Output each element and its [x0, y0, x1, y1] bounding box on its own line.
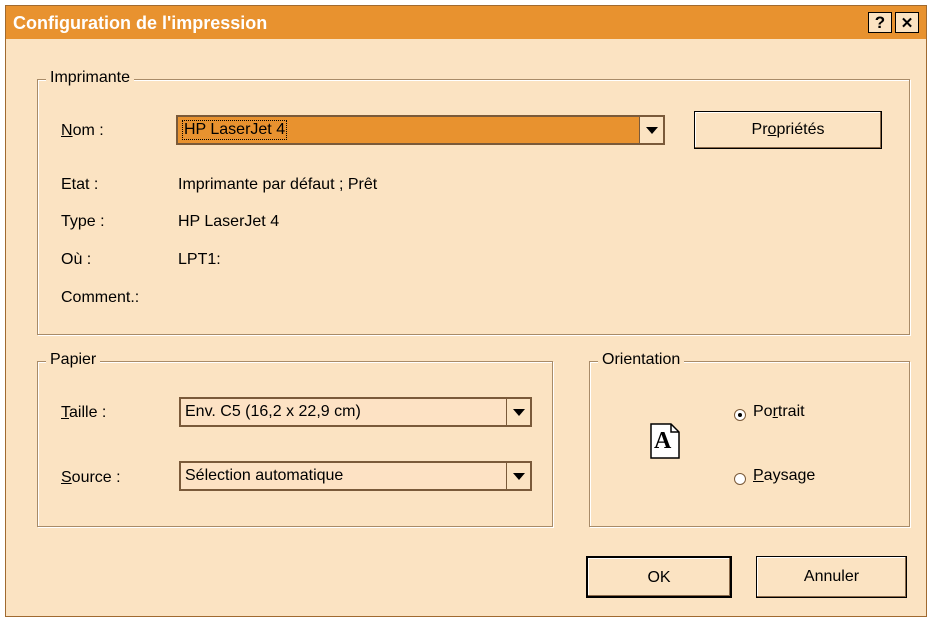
print-setup-dialog: Configuration de l'impression ? ✕ Imprim… — [5, 5, 927, 617]
paper-source-select[interactable]: Sélection automatique — [179, 461, 532, 491]
portrait-radio[interactable] — [734, 409, 746, 421]
paper-legend: Papier — [46, 351, 101, 369]
state-value: Imprimante par défaut ; Prêt — [178, 176, 378, 193]
paper-group: Papier — [37, 351, 553, 527]
help-button[interactable]: ? — [868, 12, 892, 33]
where-value: LPT1: — [178, 251, 221, 268]
landscape-radio[interactable] — [734, 473, 746, 485]
paper-size-value: Env. C5 (16,2 x 22,9 cm) — [185, 403, 361, 420]
portrait-label[interactable]: Portrait — [753, 403, 805, 421]
chevron-down-icon[interactable] — [506, 399, 530, 425]
where-label: Où : — [61, 251, 92, 268]
landscape-label[interactable]: Paysage — [753, 467, 815, 485]
printer-name-value: HP LaserJet 4 — [182, 120, 288, 140]
page-letter: A — [654, 428, 672, 454]
paper-source-label: Source : — [61, 469, 121, 486]
orientation-legend: Orientation — [598, 351, 685, 369]
type-label: Type : — [61, 213, 105, 230]
chevron-down-icon[interactable] — [639, 117, 663, 143]
chevron-down-icon[interactable] — [506, 463, 530, 489]
comment-label: Comment.: — [61, 289, 140, 306]
cancel-button[interactable]: Annuler — [756, 556, 907, 598]
state-label: Etat : — [61, 176, 99, 193]
paper-size-label: Taille : — [61, 404, 107, 421]
printer-legend: Imprimante — [46, 69, 135, 87]
printer-name-label: Nom : — [61, 122, 104, 139]
title-bar: Configuration de l'impression ? ✕ — [6, 6, 926, 39]
ok-button[interactable]: OK — [586, 556, 732, 598]
properties-button[interactable]: Propriétés — [694, 111, 882, 149]
dialog-title: Configuration de l'impression — [13, 13, 268, 33]
close-button[interactable]: ✕ — [895, 12, 919, 33]
paper-source-value: Sélection automatique — [185, 467, 344, 484]
close-icon: ✕ — [900, 15, 914, 32]
page-portrait-icon: A — [650, 423, 680, 459]
paper-size-select[interactable]: Env. C5 (16,2 x 22,9 cm) — [179, 397, 532, 427]
type-value: HP LaserJet 4 — [178, 213, 280, 230]
printer-name-select[interactable]: HP LaserJet 4 — [176, 115, 665, 145]
orientation-group: Orientation — [589, 351, 910, 527]
